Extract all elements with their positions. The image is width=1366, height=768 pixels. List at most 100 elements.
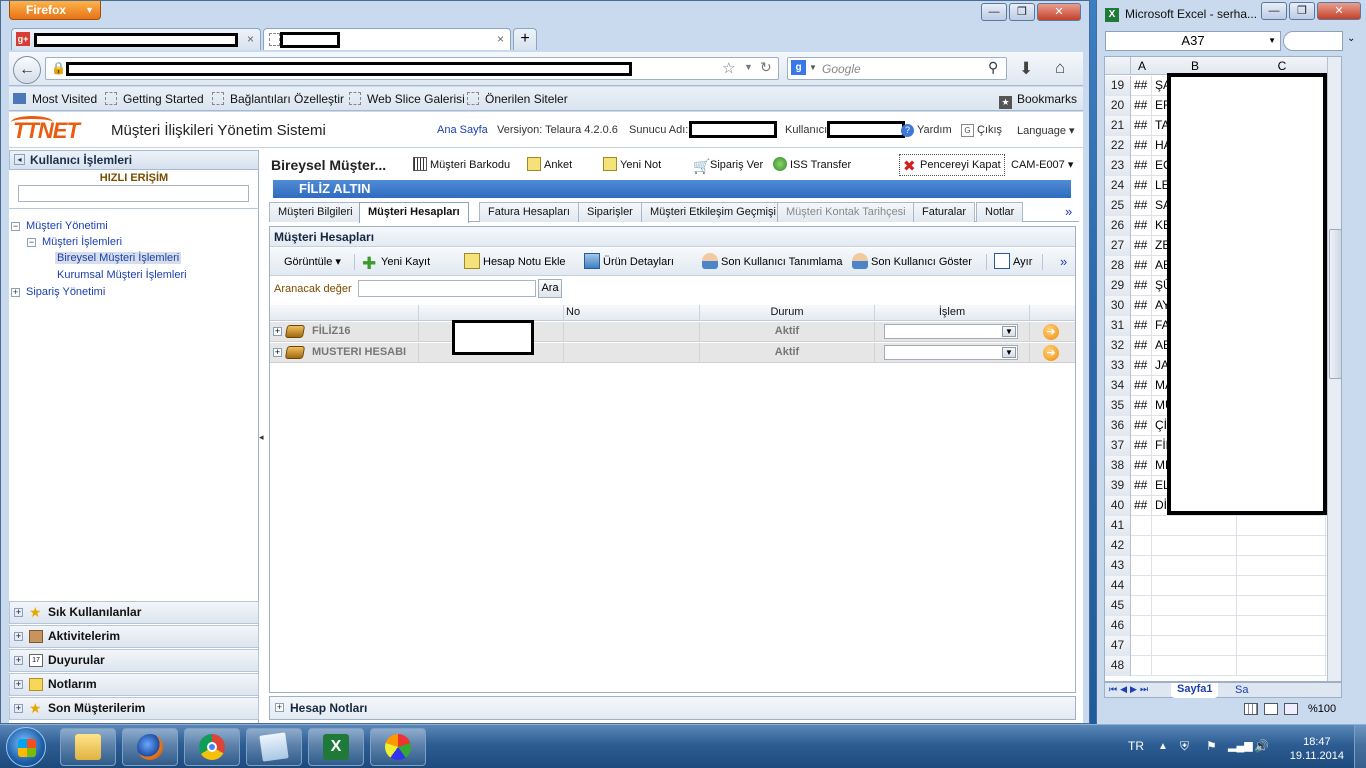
vertical-scrollbar[interactable] (1327, 57, 1341, 681)
expand-row-icon[interactable]: + (273, 327, 282, 336)
language-indicator[interactable]: TR (1128, 739, 1144, 753)
row-number[interactable]: 22 (1105, 136, 1131, 156)
cell-a[interactable]: ## (1132, 236, 1152, 256)
cell-b[interactable] (1153, 576, 1237, 596)
network-icon[interactable]: ▂▄▆ (1228, 739, 1253, 752)
tab-invoices[interactable]: Faturalar (913, 202, 976, 222)
taskbar-explorer[interactable] (60, 728, 116, 766)
row-number[interactable]: 20 (1105, 96, 1131, 116)
show-hidden-icons[interactable]: ▲ (1158, 741, 1168, 752)
tree-order-mgmt[interactable]: + Sipariş Yönetimi (11, 286, 105, 298)
accordion-recent-customers[interactable]: + ★ Son Müşterilerim (9, 697, 259, 720)
row-number[interactable]: 43 (1105, 556, 1131, 576)
search-input[interactable] (358, 280, 536, 297)
cell-a[interactable]: ## (1132, 376, 1152, 396)
grid-header-action[interactable]: İşlem (874, 305, 1029, 321)
excel-close-button[interactable]: ✕ (1317, 2, 1361, 20)
accordion-announcements[interactable]: +17 Duyurular (9, 649, 259, 672)
bookmark-getting-started[interactable]: Getting Started (105, 92, 204, 106)
product-details-button[interactable]: Ürün Detayları (584, 248, 674, 276)
row-number[interactable]: 30 (1105, 296, 1131, 316)
cell-b[interactable] (1153, 536, 1237, 556)
action-select[interactable]: ▼ (884, 345, 1018, 360)
new-note-button[interactable]: Yeni Not (603, 152, 661, 178)
cell-a[interactable]: ## (1132, 116, 1152, 136)
close-window-page-button[interactable]: ✖ Pencereyi Kapat (899, 154, 1005, 176)
taskbar-firefox[interactable] (122, 728, 178, 766)
tree-corporate-ops[interactable]: Kurumsal Müşteri İşlemleri (57, 269, 187, 281)
row-number[interactable]: 46 (1105, 616, 1131, 636)
row-number[interactable]: 21 (1105, 116, 1131, 136)
row-number[interactable]: 23 (1105, 156, 1131, 176)
new-tab-button[interactable]: + (513, 28, 537, 50)
row-number[interactable]: 47 (1105, 636, 1131, 656)
cell-c[interactable] (1238, 636, 1326, 656)
go-arrow-icon[interactable]: ➔ (1043, 324, 1059, 340)
row-number[interactable]: 33 (1105, 356, 1131, 376)
row-number[interactable]: 34 (1105, 376, 1131, 396)
accordion-activities[interactable]: + Aktivitelerim (9, 625, 259, 648)
cell-a[interactable]: ## (1132, 136, 1152, 156)
name-box[interactable]: A37 ▼ (1105, 31, 1281, 51)
expand-icon[interactable]: + (275, 703, 284, 712)
customer-barcode-button[interactable]: Müşteri Barkodu (413, 152, 510, 178)
cell-b[interactable] (1153, 636, 1237, 656)
scroll-thumb[interactable] (1329, 229, 1341, 379)
row-number[interactable]: 36 (1105, 416, 1131, 436)
download-icon[interactable]: ⬇ (1019, 59, 1033, 79)
select-all-corner[interactable] (1105, 57, 1131, 75)
tab-contact-history[interactable]: Müşteri Kontak Tarihçesi (777, 202, 915, 222)
cell-a[interactable]: ## (1132, 196, 1152, 216)
cell-a[interactable]: ## (1132, 316, 1152, 336)
excel-maximize-button[interactable]: ❐ (1289, 2, 1315, 20)
sheet-tab-2[interactable]: Sa (1235, 684, 1248, 696)
cell-a[interactable]: ## (1132, 76, 1152, 96)
cell-c[interactable] (1238, 576, 1326, 596)
bookmark-suggested-sites[interactable]: Önerilen Siteler (467, 92, 568, 106)
page-break-icon[interactable] (1284, 703, 1298, 715)
cell-a[interactable]: ## (1132, 156, 1152, 176)
row-number[interactable]: 19 (1105, 76, 1131, 96)
cell-a[interactable]: ## (1132, 356, 1152, 376)
normal-view-icon[interactable] (1244, 703, 1258, 715)
taskbar-excel[interactable]: X (308, 728, 364, 766)
home-link[interactable]: Ana Sayfa (437, 124, 488, 136)
account-notes-section[interactable]: + Hesap Notları (269, 696, 1076, 720)
minimize-button[interactable]: — (981, 3, 1007, 21)
excel-row[interactable]: 41 (1105, 516, 1341, 536)
tab-orders[interactable]: Siparişler (578, 202, 642, 222)
cell-a[interactable]: ## (1132, 496, 1152, 516)
start-button[interactable] (6, 727, 46, 767)
cam-selector[interactable]: CAM-E007 ▾ (1011, 152, 1073, 178)
close-tab-icon[interactable]: × (497, 32, 504, 46)
cell-c[interactable] (1238, 516, 1326, 536)
volume-icon[interactable]: 🔊 (1254, 739, 1269, 753)
collapse-icon[interactable]: ◂ (14, 154, 25, 165)
excel-row[interactable]: 44 (1105, 576, 1341, 596)
toolbar-more-button[interactable]: » (1060, 248, 1067, 276)
excel-row[interactable]: 46 (1105, 616, 1341, 636)
language-menu[interactable]: Language ▾ (1017, 124, 1075, 137)
cell-b[interactable] (1153, 656, 1237, 676)
back-arrow-icon[interactable]: ← (13, 56, 41, 84)
close-tab-icon[interactable]: × (247, 32, 254, 46)
add-account-note-button[interactable]: Hesap Notu Ekle (464, 248, 566, 276)
new-record-button[interactable]: ✚ Yeni Kayıt (362, 248, 430, 276)
cell-a[interactable]: ## (1132, 216, 1152, 236)
tree-customer-ops[interactable]: − Müşteri İşlemleri (27, 236, 122, 248)
cell-a[interactable] (1132, 596, 1152, 616)
cell-a[interactable]: ## (1132, 396, 1152, 416)
row-number[interactable]: 42 (1105, 536, 1131, 556)
cell-c[interactable] (1238, 596, 1326, 616)
tab-customer-info[interactable]: Müşteri Bilgileri (269, 202, 362, 222)
tree-individual-ops[interactable]: Bireysel Müşteri İşlemleri (55, 252, 182, 264)
excel-row[interactable]: 42 (1105, 536, 1341, 556)
excel-minimize-button[interactable]: — (1261, 2, 1287, 20)
cell-c[interactable] (1238, 616, 1326, 636)
row-number[interactable]: 45 (1105, 596, 1131, 616)
cell-a[interactable] (1132, 556, 1152, 576)
define-end-user-button[interactable]: Son Kullanıcı Tanımlama (702, 248, 842, 276)
cell-b[interactable] (1153, 596, 1237, 616)
bookmarks-menu[interactable]: ★ Bookmarks (999, 92, 1077, 109)
chevron-down-icon[interactable]: ▼ (744, 62, 753, 72)
